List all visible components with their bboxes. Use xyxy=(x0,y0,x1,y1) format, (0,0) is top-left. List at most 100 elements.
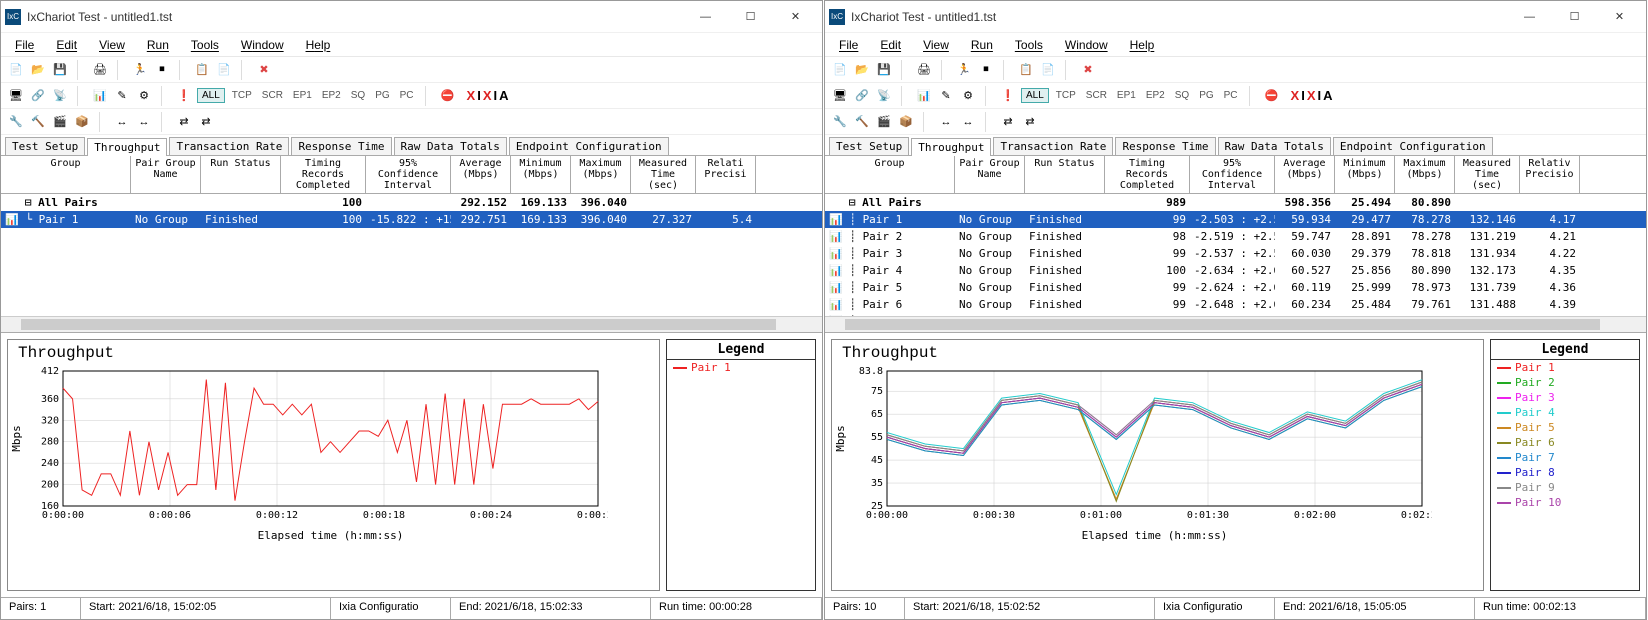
tool-h-icon[interactable]: ⇄ xyxy=(1021,113,1039,131)
menu-edit[interactable]: Edit xyxy=(46,36,87,54)
noentry-icon[interactable]: ⛔ xyxy=(1263,87,1281,105)
legend-item[interactable]: Pair 8 xyxy=(1491,465,1639,480)
tool-a-icon[interactable]: 🔧 xyxy=(7,113,25,131)
col-time[interactable]: Measured Time (sec) xyxy=(1455,156,1520,193)
copy-icon[interactable]: 📋 xyxy=(1017,61,1035,79)
print-icon[interactable]: 🖨 xyxy=(91,61,109,79)
minimize-button[interactable]: — xyxy=(683,3,728,31)
table-row[interactable]: 📊 ┊ Pair 3 No GroupFinished 99-2.537 : +… xyxy=(825,245,1646,262)
pair-icon[interactable]: 🖥 xyxy=(831,87,849,105)
filter-scr[interactable]: SCR xyxy=(1083,90,1110,101)
legend-item[interactable]: Pair 3 xyxy=(1491,390,1639,405)
group-icon[interactable]: 🔗 xyxy=(853,87,871,105)
menu-view[interactable]: View xyxy=(89,36,135,54)
legend-item[interactable]: Pair 2 xyxy=(1491,375,1639,390)
tool-h-icon[interactable]: ⇄ xyxy=(197,113,215,131)
new-icon[interactable]: 📄 xyxy=(831,61,849,79)
tab-rawdata[interactable]: Raw Data Totals xyxy=(1218,137,1331,155)
endpoint-icon[interactable]: 📡 xyxy=(875,87,893,105)
row-allpairs[interactable]: ⊟ All Pairs 989 598.356 25.494 80.890 xyxy=(825,194,1646,211)
col-prec[interactable]: Relativ Precisio xyxy=(1520,156,1580,193)
tab-throughput[interactable]: Throughput xyxy=(911,138,991,156)
menu-tools[interactable]: Tools xyxy=(181,36,229,54)
tool-c-icon[interactable]: 🎬 xyxy=(51,113,69,131)
col-records[interactable]: Timing Records Completed xyxy=(281,156,366,193)
paste-icon[interactable]: 📄 xyxy=(1039,61,1057,79)
endpoint-icon[interactable]: 📡 xyxy=(51,87,69,105)
open-icon[interactable]: 📂 xyxy=(29,61,47,79)
menu-view[interactable]: View xyxy=(913,36,959,54)
legend-item[interactable]: Pair 6 xyxy=(1491,435,1639,450)
legend-item[interactable]: Pair 1 xyxy=(667,360,815,375)
menu-run[interactable]: Run xyxy=(961,36,1003,54)
copy-icon[interactable]: 📋 xyxy=(193,61,211,79)
stop-icon[interactable]: ⏹ xyxy=(977,61,995,79)
legend-item[interactable]: Pair 4 xyxy=(1491,405,1639,420)
tool-d-icon[interactable]: 📦 xyxy=(897,113,915,131)
tab-transaction[interactable]: Transaction Rate xyxy=(169,137,289,155)
tab-setup[interactable]: Test Setup xyxy=(5,137,85,155)
print-icon[interactable]: 🖨 xyxy=(915,61,933,79)
col-runstatus[interactable]: Run Status xyxy=(201,156,281,193)
tool-e-icon[interactable]: ↔ xyxy=(937,113,955,131)
edit-icon[interactable]: ✎ xyxy=(113,87,131,105)
col-ci[interactable]: 95% Confidence Interval xyxy=(1190,156,1275,193)
filter-sq[interactable]: SQ xyxy=(348,90,368,101)
legend-item[interactable]: Pair 1 xyxy=(1491,360,1639,375)
tab-setup[interactable]: Test Setup xyxy=(829,137,909,155)
menu-help[interactable]: Help xyxy=(1120,36,1165,54)
tool-g-icon[interactable]: ⇄ xyxy=(999,113,1017,131)
menu-file[interactable]: File xyxy=(5,36,44,54)
open-icon[interactable]: 📂 xyxy=(853,61,871,79)
tab-transaction[interactable]: Transaction Rate xyxy=(993,137,1113,155)
filter-all[interactable]: ALL xyxy=(1021,88,1049,103)
run-icon[interactable]: 🏃 xyxy=(955,61,973,79)
run-icon[interactable]: 🏃 xyxy=(131,61,149,79)
menu-help[interactable]: Help xyxy=(296,36,341,54)
delete-icon[interactable]: ✖ xyxy=(255,61,273,79)
legend-item[interactable]: Pair 5 xyxy=(1491,420,1639,435)
table-row[interactable]: 📊 ┊ Pair 2 No GroupFinished 98-2.519 : +… xyxy=(825,228,1646,245)
maximize-button[interactable]: ☐ xyxy=(728,3,773,31)
menu-window[interactable]: Window xyxy=(231,36,294,54)
tool-g-icon[interactable]: ⇄ xyxy=(175,113,193,131)
maximize-button[interactable]: ☐ xyxy=(1552,3,1597,31)
script-icon[interactable]: 📊 xyxy=(91,87,109,105)
tab-endpoint[interactable]: Endpoint Configuration xyxy=(509,137,669,155)
filter-pc[interactable]: PC xyxy=(1221,90,1241,101)
h-scrollbar[interactable] xyxy=(825,316,1646,332)
options-icon[interactable]: ⚙ xyxy=(135,87,153,105)
filter-sq[interactable]: SQ xyxy=(1172,90,1192,101)
save-icon[interactable]: 💾 xyxy=(51,61,69,79)
tool-b-icon[interactable]: 🔨 xyxy=(29,113,47,131)
col-records[interactable]: Timing Records Completed xyxy=(1105,156,1190,193)
col-time[interactable]: Measured Time (sec) xyxy=(631,156,696,193)
menu-tools[interactable]: Tools xyxy=(1005,36,1053,54)
col-avg[interactable]: Average (Mbps) xyxy=(451,156,511,193)
col-pairgroup[interactable]: Pair Group Name xyxy=(131,156,201,193)
edit-icon[interactable]: ✎ xyxy=(937,87,955,105)
group-icon[interactable]: 🔗 xyxy=(29,87,47,105)
filter-all[interactable]: ALL xyxy=(197,88,225,103)
table-row[interactable]: 📊 ┊ Pair 5 No GroupFinished 99-2.624 : +… xyxy=(825,279,1646,296)
tool-c-icon[interactable]: 🎬 xyxy=(875,113,893,131)
tool-a-icon[interactable]: 🔧 xyxy=(831,113,849,131)
filter-ep2[interactable]: EP2 xyxy=(1143,90,1168,101)
col-ci[interactable]: 95% Confidence Interval xyxy=(366,156,451,193)
col-prec[interactable]: Relati Precisi xyxy=(696,156,756,193)
save-icon[interactable]: 💾 xyxy=(875,61,893,79)
filter-tcp[interactable]: TCP xyxy=(1053,90,1079,101)
filter-pc[interactable]: PC xyxy=(397,90,417,101)
tool-d-icon[interactable]: 📦 xyxy=(73,113,91,131)
col-group[interactable]: Group xyxy=(1,156,131,193)
delete-icon[interactable]: ✖ xyxy=(1079,61,1097,79)
col-min[interactable]: Minimum (Mbps) xyxy=(1335,156,1395,193)
stop-icon[interactable]: ⏹ xyxy=(153,61,171,79)
paste-icon[interactable]: 📄 xyxy=(215,61,233,79)
close-button[interactable]: ✕ xyxy=(1597,3,1642,31)
filter-tcp[interactable]: TCP xyxy=(229,90,255,101)
grid-body[interactable]: ⊟ All Pairs 989 598.356 25.494 80.890 📊 … xyxy=(825,194,1646,316)
close-button[interactable]: ✕ xyxy=(773,3,818,31)
legend-item[interactable]: Pair 7 xyxy=(1491,450,1639,465)
table-row[interactable]: 📊 ┊ Pair 1 No GroupFinished 99-2.503 : +… xyxy=(825,211,1646,228)
